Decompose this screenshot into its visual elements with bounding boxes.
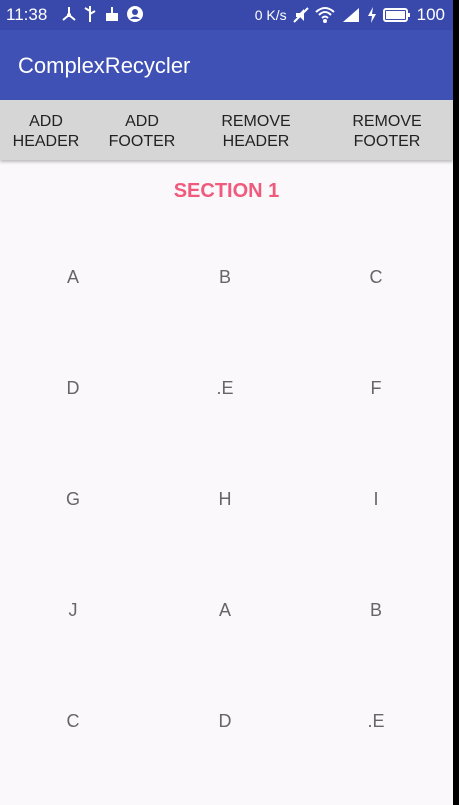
usb-icon bbox=[82, 5, 98, 23]
app-title: ComplexRecycler bbox=[18, 53, 191, 78]
grid-item[interactable]: B bbox=[150, 267, 300, 288]
usb-debug-icon bbox=[60, 5, 76, 23]
grid-item[interactable]: D bbox=[0, 378, 148, 399]
grid-item[interactable]: .E bbox=[150, 378, 300, 399]
battery-level: 100 bbox=[416, 5, 445, 24]
signal-4g-icon bbox=[341, 6, 361, 24]
grid-item[interactable]: D bbox=[150, 711, 300, 732]
grid-item[interactable]: A bbox=[0, 267, 148, 288]
status-bar: 11:38 0 K/s 100 bbox=[0, 0, 453, 30]
grid-item[interactable]: F bbox=[301, 378, 451, 399]
grid-item[interactable]: H bbox=[150, 489, 300, 510]
grid-item[interactable]: .E bbox=[301, 711, 451, 732]
section-header: SECTION 1 bbox=[173, 180, 280, 202]
grid-item[interactable]: J bbox=[0, 600, 148, 621]
account-icon bbox=[126, 5, 143, 23]
grid-item[interactable]: C bbox=[301, 267, 451, 288]
add-header-button[interactable]: ADD HEADER bbox=[8, 112, 84, 152]
app-screen: 11:38 0 K/s 100 ComplexRecycler ADD HEAD… bbox=[0, 0, 453, 805]
grid-item[interactable]: C bbox=[0, 711, 148, 732]
cleaner-icon bbox=[104, 5, 120, 23]
data-rate: 0 K/s bbox=[254, 7, 287, 23]
grid-item[interactable]: I bbox=[301, 489, 451, 510]
battery-icon bbox=[382, 6, 411, 24]
status-time: 11:38 bbox=[6, 5, 48, 24]
status-right-icons: 0 K/s 100 bbox=[255, 5, 445, 25]
remove-footer-button[interactable]: REMOVE FOOTER bbox=[343, 112, 431, 152]
wifi-icon bbox=[314, 6, 335, 24]
grid-item[interactable]: B bbox=[301, 600, 451, 621]
status-left-icons bbox=[60, 5, 143, 23]
grid-item[interactable]: A bbox=[150, 600, 300, 621]
remove-header-button[interactable]: REMOVE HEADER bbox=[212, 112, 300, 152]
add-footer-button[interactable]: ADD FOOTER bbox=[104, 112, 180, 152]
charging-icon bbox=[367, 6, 377, 24]
app-bar: ComplexRecycler bbox=[0, 30, 453, 100]
action-toolbar: ADD HEADER ADD FOOTER REMOVE HEADER REMO… bbox=[0, 100, 453, 160]
screen-edge bbox=[453, 0, 459, 805]
mute-icon bbox=[292, 6, 309, 24]
grid-item[interactable]: G bbox=[0, 489, 148, 510]
